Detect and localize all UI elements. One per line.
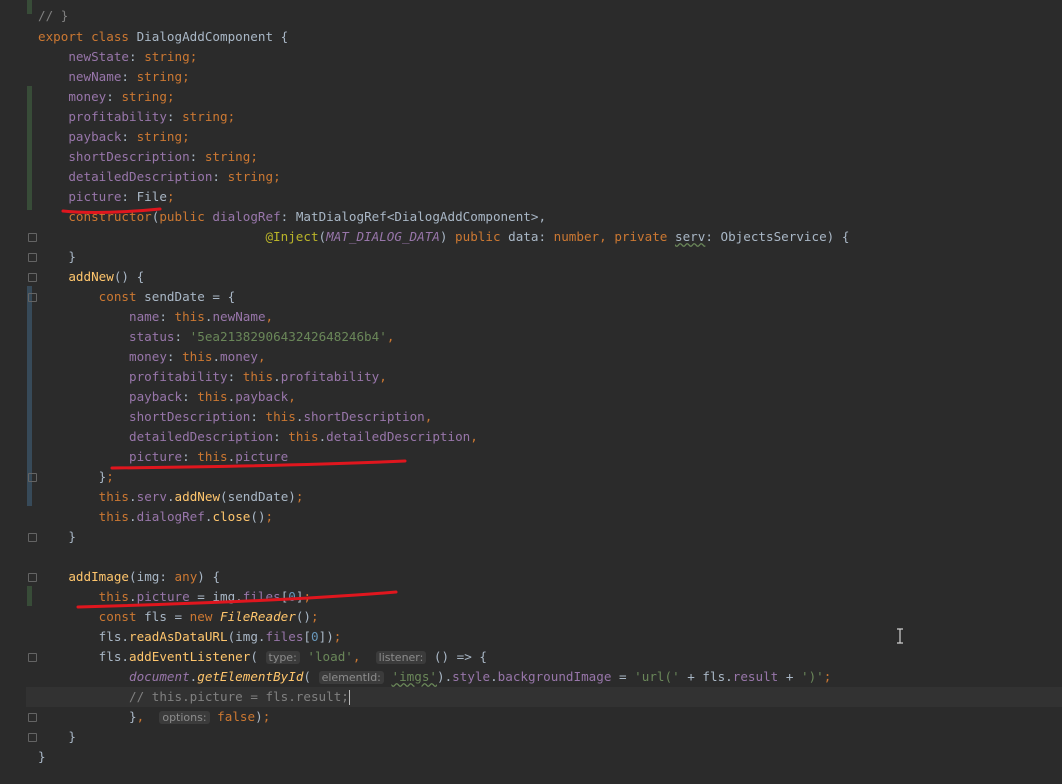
code-line: this.serv.addNew(sendDate); (98, 489, 304, 504)
code-line: newState: string; (68, 49, 198, 64)
param-hint: options: (159, 711, 210, 724)
code-line: export class DialogAddComponent { (38, 27, 288, 47)
code-line: addImage(img: any) { (68, 569, 221, 584)
code-line: picture: this.picture (129, 449, 289, 464)
code-line: status: '5ea2138290643242648246b4', (129, 329, 395, 344)
fold-toggle-icon[interactable] (28, 293, 37, 302)
fold-toggle-icon[interactable] (28, 233, 37, 242)
text-caret (348, 690, 350, 705)
fold-toggle-icon[interactable] (28, 473, 37, 482)
fold-toggle-icon[interactable] (28, 273, 37, 282)
code-line: this.picture = img.files[0]; (98, 589, 312, 604)
code-line: money: this.money, (129, 349, 266, 364)
class-name: DialogAddComponent { (136, 29, 289, 44)
code-line: fls.readAsDataURL(img.files[0]); (38, 629, 342, 644)
fold-toggle-icon[interactable] (28, 713, 37, 722)
code-line: } (68, 249, 76, 264)
code-line: shortDescription: string; (68, 149, 258, 164)
code-line: newName: string; (68, 69, 190, 84)
code-line: document.getElementById( elementId: 'img… (129, 669, 832, 684)
code-line: name: this.newName, (129, 309, 274, 324)
vcs-change-marker[interactable] (27, 0, 32, 14)
fold-toggle-icon[interactable] (28, 533, 37, 542)
code-editor[interactable]: // } export class DialogAddComponent { n… (26, 0, 1062, 784)
code-line: }; (38, 469, 114, 484)
keyword: export class (38, 29, 137, 44)
code-line: detailedDescription: string; (68, 169, 281, 184)
code-line: shortDescription: this.shortDescription, (129, 409, 433, 424)
code-line: picture: File; (68, 189, 175, 204)
vcs-change-marker[interactable] (27, 86, 32, 210)
code-line: this.dialogRef.close(); (98, 509, 274, 524)
code-line: fls.addEventListener( type: 'load', list… (38, 649, 488, 664)
fold-toggle-icon[interactable] (28, 653, 37, 662)
code-line: profitability: this.profitability, (129, 369, 387, 384)
param-hint: type: (265, 651, 300, 664)
code-line: addNew() { (68, 269, 145, 284)
param-hint: listener: (375, 651, 427, 664)
code-line: // } (38, 6, 68, 26)
code-line: constructor(public dialogRef: MatDialogR… (68, 209, 547, 224)
comment-text: // } (38, 8, 69, 23)
code-line: payback: this.payback, (129, 389, 296, 404)
code-line: const sendDate = { (98, 289, 236, 304)
fold-toggle-icon[interactable] (28, 573, 37, 582)
code-line: money: string; (68, 89, 175, 104)
vcs-change-marker[interactable] (27, 586, 32, 606)
param-hint: elementId: (318, 671, 384, 684)
code-line: profitability: string; (68, 109, 236, 124)
code-line: } (38, 749, 46, 764)
code-line: } (68, 729, 76, 744)
fold-toggle-icon[interactable] (28, 253, 37, 262)
code-line: @Inject(MAT_DIALOG_DATA) public data: nu… (265, 229, 850, 244)
fold-toggle-icon[interactable] (28, 733, 37, 742)
code-line: detailedDescription: this.detailedDescri… (129, 429, 478, 444)
code-line-current: // this.picture = fls.result; (26, 687, 1062, 707)
editor-gutter (0, 0, 37, 784)
code-line: }, options: false); (38, 709, 271, 724)
code-line: payback: string; (68, 129, 190, 144)
mouse-ibeam-cursor-icon (897, 628, 903, 644)
code-line: const fls = new FileReader(); (98, 609, 319, 624)
code-line: } (68, 529, 76, 544)
